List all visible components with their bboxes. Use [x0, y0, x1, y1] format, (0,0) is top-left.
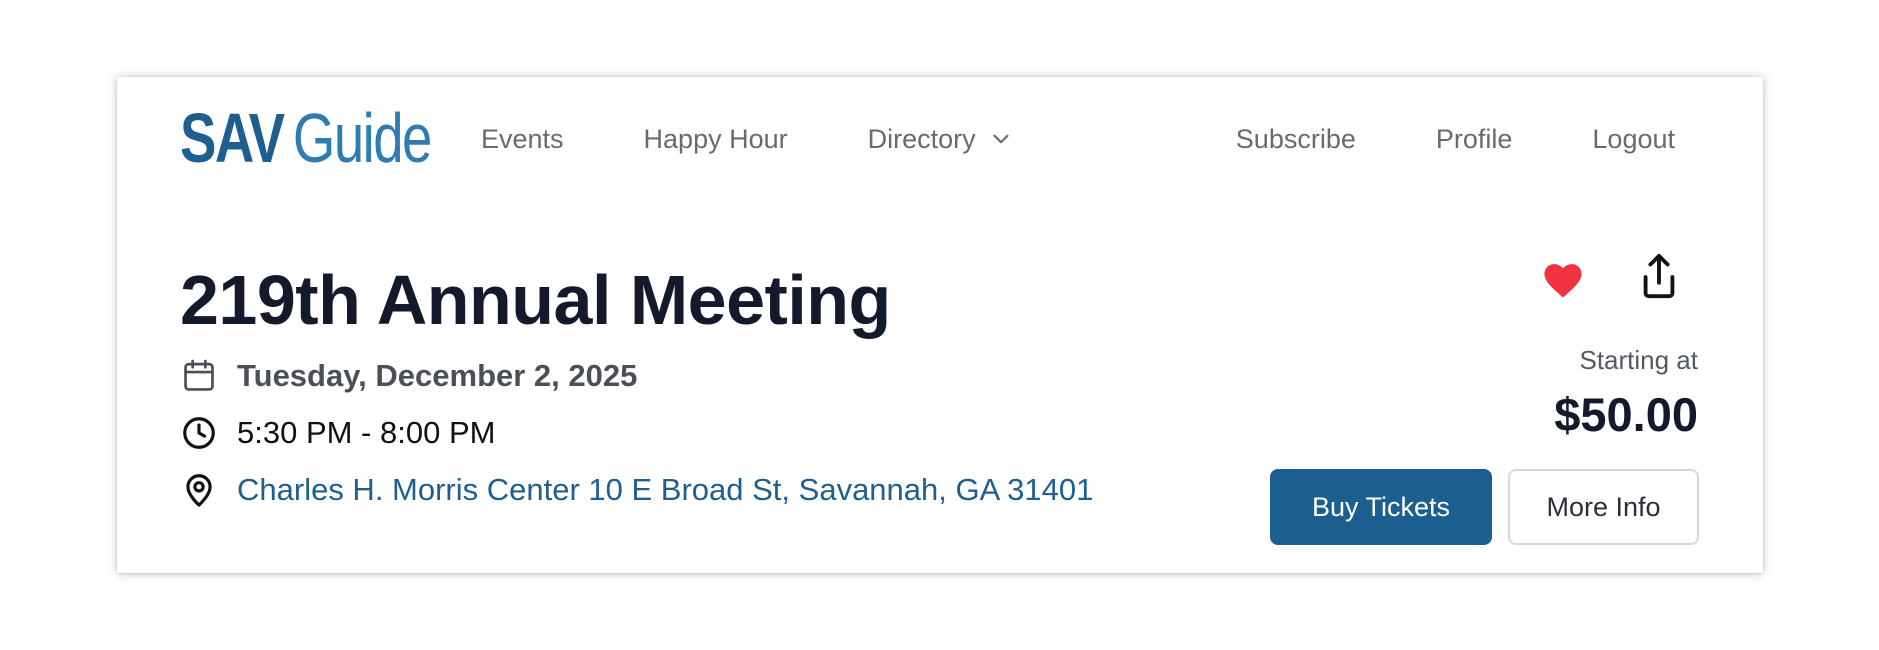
- event-title: 219th Annual Meeting: [180, 261, 891, 339]
- event-date-row: Tuesday, December 2, 2025: [180, 357, 637, 395]
- event-location-row[interactable]: Charles H. Morris Center 10 E Broad St, …: [180, 471, 1093, 509]
- share-icon: [1643, 254, 1675, 299]
- nav-directory-label: Directory: [867, 123, 976, 154]
- logo-primary: SAV: [180, 99, 285, 177]
- heart-icon: [1544, 264, 1582, 298]
- more-info-button[interactable]: More Info: [1508, 469, 1699, 545]
- nav-subscribe[interactable]: Subscribe: [1236, 124, 1356, 155]
- clock-icon: [183, 417, 215, 449]
- event-time-row: 5:30 PM - 8:00 PM: [180, 414, 495, 452]
- nav-profile[interactable]: Profile: [1436, 124, 1513, 155]
- favorite-button[interactable]: [1537, 253, 1589, 305]
- event-date: Tuesday, December 2, 2025: [237, 358, 638, 393]
- calendar-icon: [184, 359, 214, 391]
- price-amount: $50.00: [1554, 388, 1698, 441]
- event-time: 5:30 PM - 8:00 PM: [237, 415, 496, 450]
- event-location-link[interactable]: Charles H. Morris Center 10 E Broad St, …: [237, 472, 1093, 508]
- event-card: SAV Guide Events Happy Hour Directory Su…: [117, 77, 1763, 573]
- map-pin-icon: [186, 474, 212, 507]
- buy-tickets-button[interactable]: Buy Tickets: [1270, 469, 1492, 545]
- nav-logout[interactable]: Logout: [1592, 124, 1675, 155]
- sav-guide-logo[interactable]: SAV Guide: [180, 99, 432, 177]
- logo-secondary: Guide: [292, 99, 432, 177]
- nav-events[interactable]: Events: [481, 124, 564, 155]
- share-button[interactable]: [1633, 251, 1685, 303]
- account-nav: Subscribe Profile Logout: [1156, 117, 1675, 161]
- price-label: Starting at: [1579, 345, 1698, 375]
- nav-happy-hour[interactable]: Happy Hour: [644, 124, 788, 155]
- chevron-down-icon: [993, 134, 1009, 144]
- nav-directory[interactable]: Directory: [868, 124, 1014, 155]
- main-nav: Events Happy Hour Directory: [481, 117, 1094, 161]
